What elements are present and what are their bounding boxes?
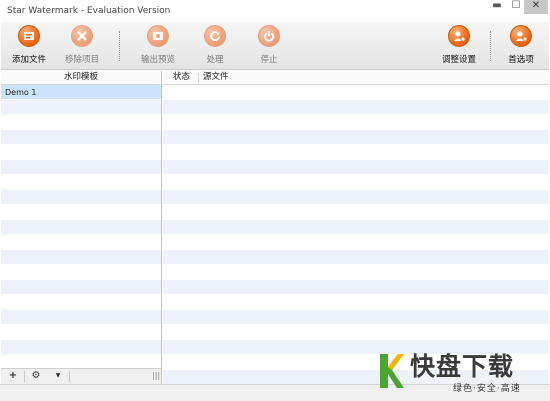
template-panel-footer: + ⚙ ▼ |||	[1, 368, 162, 384]
file-list-panel: 状态 源文件	[163, 71, 549, 385]
gear-icon[interactable]: ⚙	[29, 370, 43, 383]
empty-row	[1, 235, 161, 250]
power-icon	[258, 25, 280, 47]
adjust-settings-label: 调整设置	[441, 55, 476, 65]
empty-row	[163, 310, 549, 325]
template-item[interactable]: Demo 1	[1, 85, 161, 100]
empty-row	[1, 220, 161, 235]
column-header-status[interactable]: 状态	[173, 71, 190, 84]
window-title: Star Watermark - Evaluation Version	[7, 6, 171, 16]
empty-row	[1, 310, 161, 325]
template-list: Demo 1	[1, 85, 161, 370]
empty-row	[1, 325, 161, 340]
logo-text: 快盘下载	[410, 352, 515, 381]
file-list-header: 状态 源文件	[163, 71, 549, 85]
logo-k-icon	[380, 354, 404, 388]
empty-row	[163, 85, 549, 100]
remove-item-button[interactable]: 移除项目	[60, 25, 104, 69]
toolbar-separator	[119, 31, 120, 61]
settings-user-icon	[448, 25, 470, 47]
chevron-down-icon[interactable]: ▼	[53, 370, 63, 383]
empty-row	[1, 115, 161, 130]
empty-row	[1, 295, 161, 310]
preview-icon	[147, 25, 169, 47]
column-header-source[interactable]: 源文件	[203, 71, 229, 84]
toolbar: 添加文件 移除项目 输出预览 处理 停止 调整设置 首选项	[1, 22, 549, 70]
close-button[interactable]: ✕	[524, 0, 548, 14]
add-file-label: 添加文件	[11, 55, 46, 65]
empty-row	[163, 280, 549, 295]
empty-row	[163, 250, 549, 265]
empty-row	[163, 145, 549, 160]
empty-row	[163, 160, 549, 175]
add-template-button[interactable]: +	[6, 370, 20, 383]
output-preview-button[interactable]: 输出预览	[136, 25, 180, 69]
empty-row	[1, 280, 161, 295]
empty-row	[1, 205, 161, 220]
adjust-settings-button[interactable]: 调整设置	[439, 25, 479, 69]
remove-item-label: 移除项目	[64, 55, 99, 65]
template-panel: 水印模板 Demo 1	[1, 71, 162, 383]
empty-row	[1, 130, 161, 145]
empty-row	[1, 265, 161, 280]
empty-row	[163, 115, 549, 130]
template-panel-header: 水印模板	[1, 71, 161, 85]
empty-row	[1, 160, 161, 175]
empty-row	[1, 145, 161, 160]
empty-row	[163, 220, 549, 235]
refresh-icon	[204, 25, 226, 47]
output-preview-label: 输出预览	[140, 55, 175, 65]
column-separator	[198, 73, 199, 83]
preferences-label: 首选项	[508, 55, 534, 65]
preferences-button[interactable]: 首选项	[501, 25, 541, 69]
title-bar: Star Watermark - Evaluation Version ▬ ☐ …	[0, 0, 550, 22]
empty-row	[163, 175, 549, 190]
empty-row	[163, 100, 549, 115]
resize-grip-icon[interactable]: |||	[152, 370, 160, 383]
process-button[interactable]: 处理	[195, 25, 235, 69]
stop-button[interactable]: 停止	[249, 25, 289, 69]
stop-label: 停止	[260, 55, 278, 65]
template-item-label: Demo 1	[5, 88, 37, 97]
empty-row	[163, 130, 549, 145]
empty-row	[1, 340, 161, 355]
footer-separator	[69, 371, 70, 382]
empty-row	[163, 265, 549, 280]
remove-icon	[71, 25, 93, 47]
logo-tagline: 绿色·安全·高速	[453, 384, 521, 394]
empty-row	[1, 190, 161, 205]
file-list	[163, 85, 549, 385]
toolbar-separator	[490, 31, 491, 61]
empty-row	[1, 250, 161, 265]
footer-separator	[24, 371, 25, 382]
empty-row	[163, 295, 549, 310]
empty-row	[1, 100, 161, 115]
empty-row	[163, 235, 549, 250]
site-logo: 快盘下载 绿色·安全·高速	[378, 352, 546, 398]
gear-user-icon	[510, 25, 532, 47]
add-file-button[interactable]: 添加文件	[7, 25, 51, 69]
empty-row	[163, 325, 549, 340]
empty-row	[1, 175, 161, 190]
add-file-icon	[18, 25, 40, 47]
empty-row	[163, 205, 549, 220]
process-label: 处理	[206, 55, 224, 65]
minimize-button[interactable]: ▬	[487, 0, 507, 14]
maximize-button[interactable]: ☐	[506, 0, 526, 14]
empty-row	[163, 190, 549, 205]
